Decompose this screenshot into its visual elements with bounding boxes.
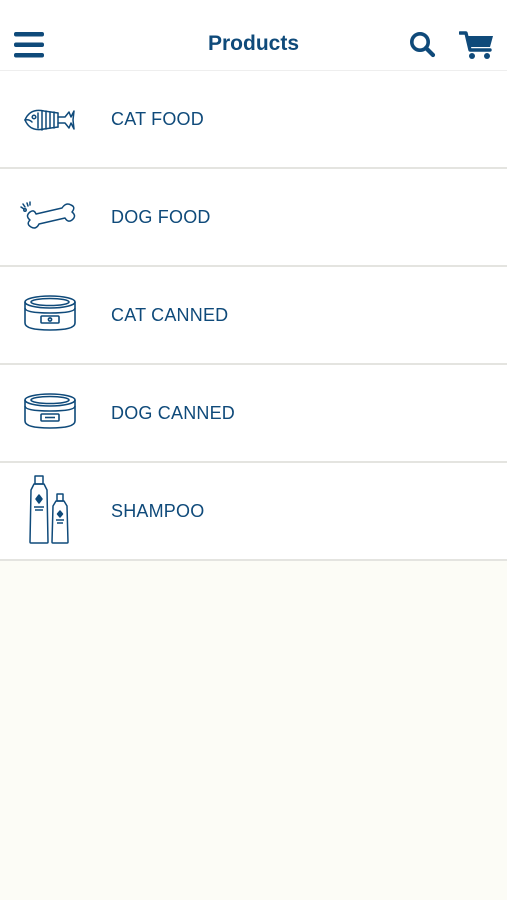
category-label: SHAMPOO <box>111 501 205 521</box>
top-app-bar: Products <box>0 0 507 71</box>
category-row-shampoo[interactable]: SHAMPOO <box>0 463 507 561</box>
category-label: CAT FOOD <box>111 109 204 129</box>
category-row-cat-canned[interactable]: CAT CANNED <box>0 267 507 365</box>
dog-can-icon <box>14 381 86 445</box>
search-icon[interactable] <box>408 30 438 60</box>
cat-can-icon <box>14 283 86 347</box>
category-row-dog-canned[interactable]: DOG CANNED <box>0 365 507 463</box>
product-category-list: CAT FOOD DOG FOOD CAT CANNED DOG CANNED … <box>0 71 507 561</box>
shampoo-bottles-icon <box>14 475 86 544</box>
category-label: CAT CANNED <box>111 305 229 325</box>
category-row-dog-food[interactable]: DOG FOOD <box>0 169 507 267</box>
shopping-cart-icon[interactable] <box>459 29 495 61</box>
category-label: DOG FOOD <box>111 207 211 227</box>
category-row-cat-food[interactable]: CAT FOOD <box>0 71 507 169</box>
fish-bone-icon <box>14 87 86 151</box>
dog-bone-icon <box>14 185 86 249</box>
category-label: DOG CANNED <box>111 403 236 423</box>
